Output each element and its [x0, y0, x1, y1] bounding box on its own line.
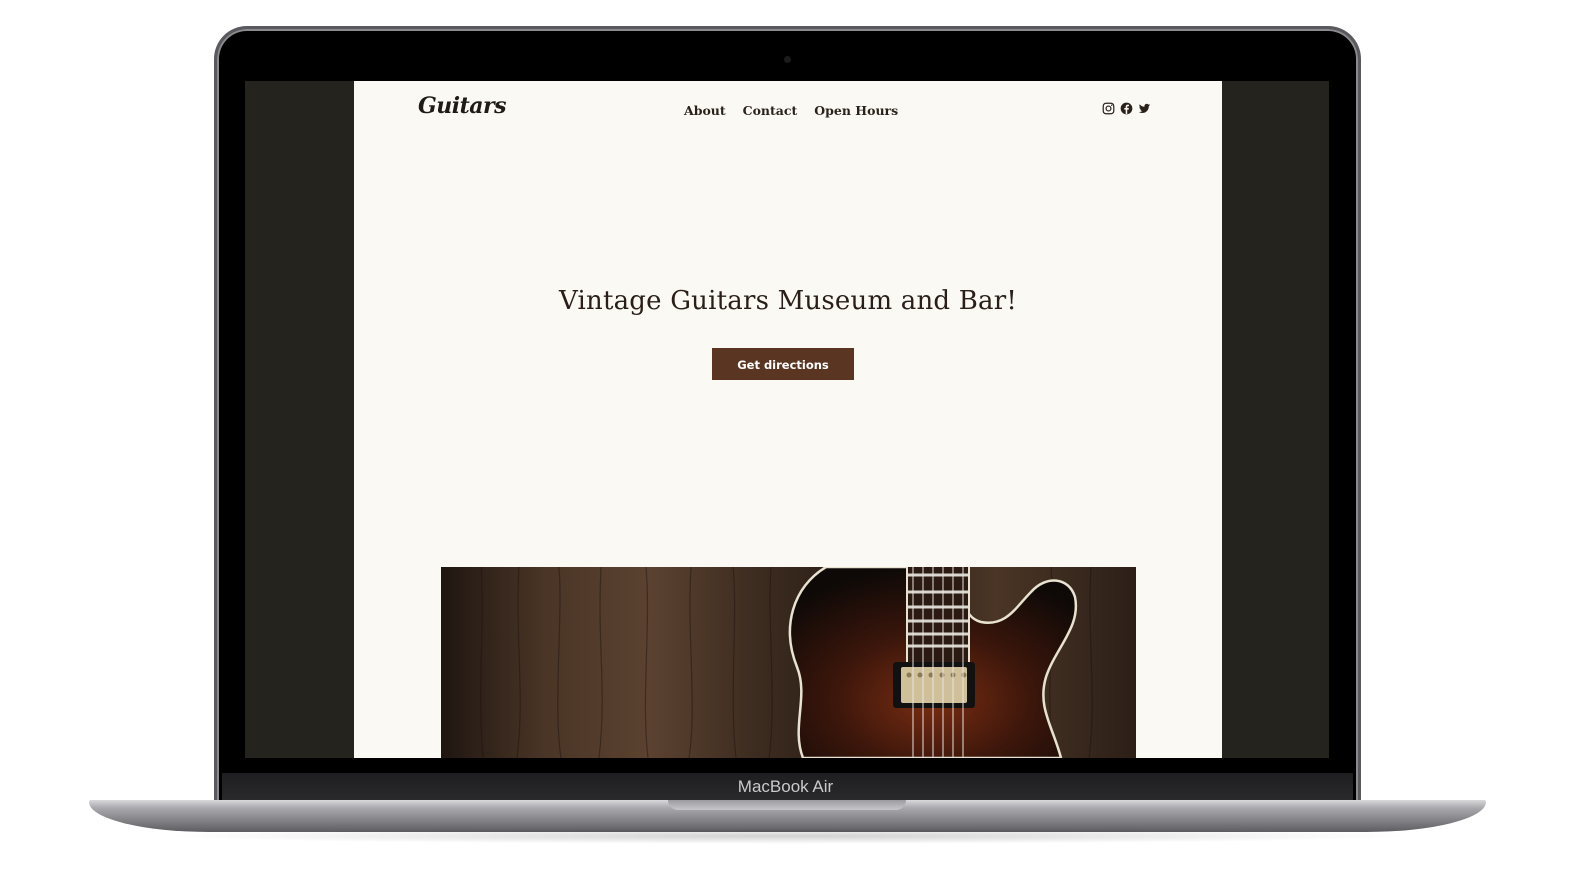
camera-dot [784, 56, 791, 63]
nav-open-hours-link[interactable]: Open Hours [814, 103, 898, 118]
main-nav: About Contact Open Hours [684, 103, 898, 118]
twitter-icon[interactable] [1138, 102, 1151, 115]
instagram-icon[interactable] [1102, 102, 1115, 115]
guitar-hero-image [441, 567, 1136, 758]
laptop-notch [668, 800, 906, 810]
laptop-shadow [160, 828, 1415, 844]
nav-contact-link[interactable]: Contact [743, 103, 798, 118]
hero-title: Vintage Guitars Museum and Bar! [558, 286, 1018, 316]
laptop-screen: Guitars About Contact Open Hours Vintage… [245, 81, 1329, 758]
nav-about-link[interactable]: About [684, 103, 726, 118]
social-links [1102, 102, 1151, 115]
laptop-mockup: Guitars About Contact Open Hours Vintage… [0, 0, 1571, 878]
website-page: Guitars About Contact Open Hours Vintage… [354, 81, 1222, 758]
device-model-label: MacBook Air [737, 777, 834, 796]
get-directions-button[interactable]: Get directions [712, 348, 854, 380]
site-logo[interactable]: Guitars [418, 93, 507, 119]
facebook-icon[interactable] [1120, 102, 1133, 115]
